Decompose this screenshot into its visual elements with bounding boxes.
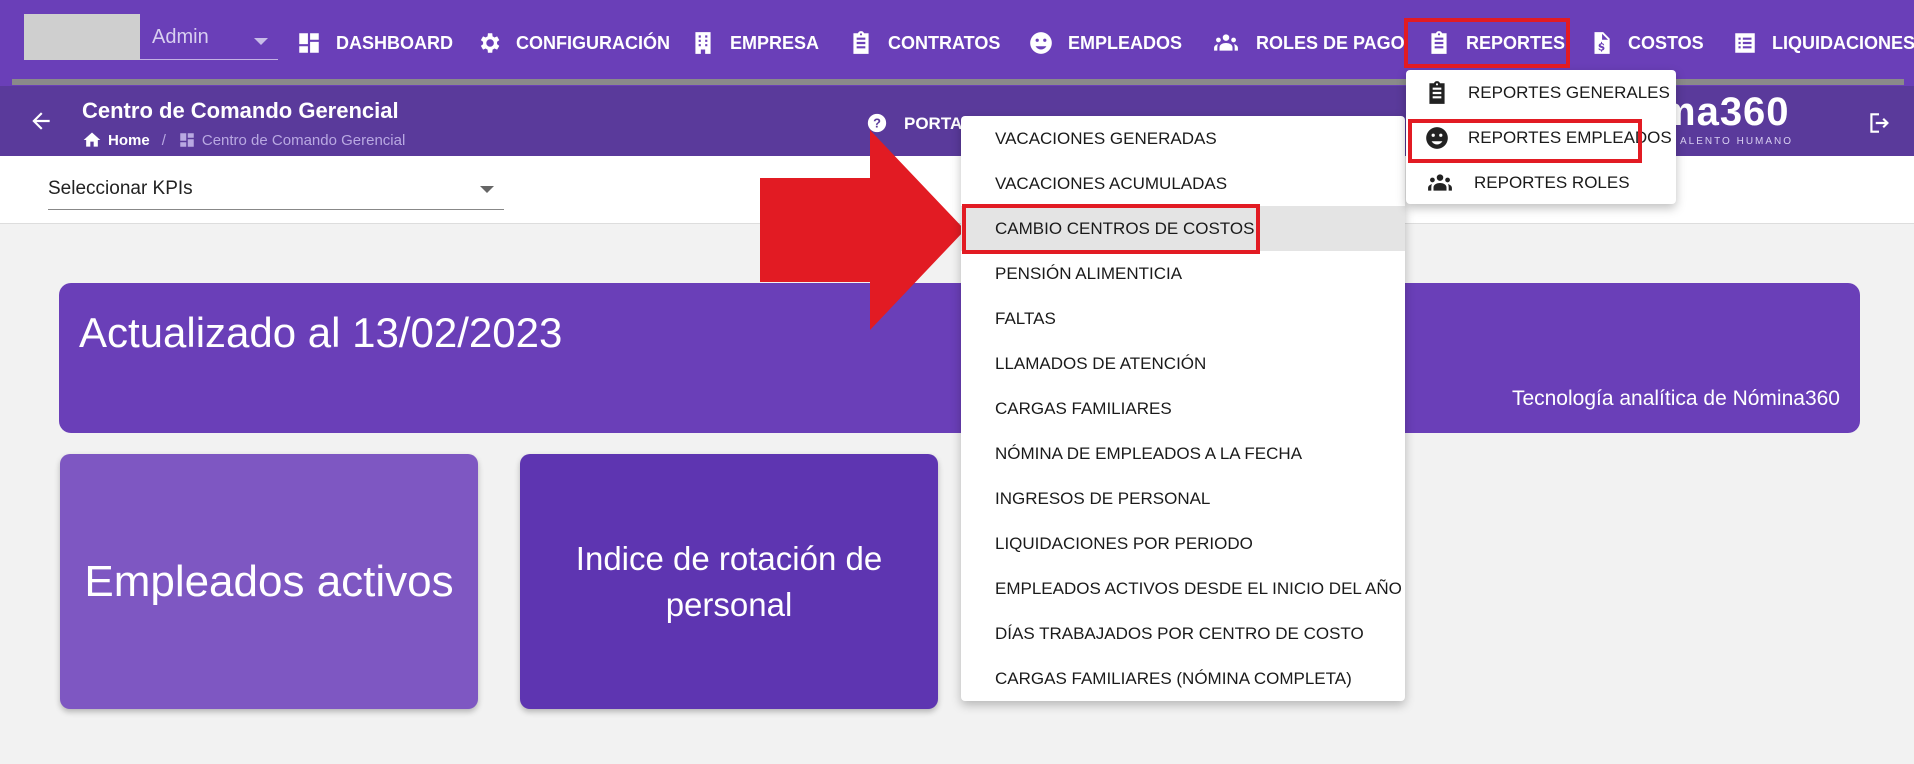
menu-item-cargas-familiares-nomina-completa[interactable]: CARGAS FAMILIARES (NÓMINA COMPLETA) xyxy=(961,656,1405,701)
dashboard-icon xyxy=(180,133,194,147)
breadcrumb: Home / Centro de Comando Gerencial xyxy=(82,130,405,150)
nav-empresa[interactable]: EMPRESA xyxy=(690,22,819,64)
logo-tagline: ALENTO HUMANO xyxy=(1680,136,1794,147)
nav-costos-label: COSTOS xyxy=(1628,32,1704,53)
avatar xyxy=(24,14,140,60)
people-icon xyxy=(1428,173,1452,191)
nav-costos[interactable]: COSTOS xyxy=(1588,22,1704,64)
banner-footer: Tecnología analítica de Nómina360 xyxy=(1511,387,1840,410)
nav-liquidaciones-label: LIQUIDACIONES xyxy=(1772,32,1914,53)
kpi-select-label: Seleccionar KPIs xyxy=(48,178,193,199)
arrow-back-icon[interactable] xyxy=(28,108,54,134)
menu-item-llamados-de-atencion[interactable]: LLAMADOS DE ATENCIÓN xyxy=(961,341,1405,386)
building-icon xyxy=(695,32,711,54)
nav-dashboard[interactable]: DASHBOARD xyxy=(296,22,453,64)
highlight-cambio-centros-costos xyxy=(962,204,1260,254)
nav-roles-de-pago-label: ROLES DE PAGO xyxy=(1256,32,1405,53)
dollar-document-icon xyxy=(1594,32,1610,54)
menu-item-ingresos-de-personal[interactable]: INGRESOS DE PERSONAL xyxy=(961,476,1405,521)
card-active-employees[interactable]: Empleados activos xyxy=(60,454,478,709)
nav-empleados[interactable]: EMPLEADOS xyxy=(1028,22,1182,64)
highlight-reportes-empleados xyxy=(1408,119,1642,163)
menu-item-reportes-roles[interactable]: REPORTES ROLES xyxy=(1406,160,1676,205)
people-icon xyxy=(1214,34,1238,51)
menu-item-nomina-empleados-fecha[interactable]: NÓMINA DE EMPLEADOS A LA FECHA xyxy=(961,431,1405,476)
logo: ma360 xyxy=(1660,90,1790,134)
chevron-down-icon xyxy=(480,186,494,193)
breadcrumb-separator: / xyxy=(161,131,166,149)
svg-text:?: ? xyxy=(873,116,881,131)
nav-empleados-label: EMPLEADOS xyxy=(1068,32,1183,53)
menu-item-dias-trabajados-centro-costo[interactable]: DÍAS TRABAJADOS POR CENTRO DE COSTO xyxy=(961,611,1405,656)
clipboard-icon xyxy=(1429,80,1445,104)
nav-empresa-label: EMPRESA xyxy=(730,32,820,53)
dashboard-icon xyxy=(299,33,319,53)
user-selector[interactable]: Admin xyxy=(24,14,278,60)
nav-dashboard-label: DASHBOARD xyxy=(336,32,453,53)
breadcrumb-current: Centro de Comando Gerencial xyxy=(201,131,406,149)
gear-icon xyxy=(480,33,500,53)
nav-liquidaciones[interactable]: LIQUIDACIONES xyxy=(1732,22,1914,64)
menu-item-vacaciones-generadas[interactable]: VACACIONES GENERADAS xyxy=(961,116,1405,161)
menu-item-liquidaciones-por-periodo[interactable]: LIQUIDACIONES POR PERIODO xyxy=(961,521,1405,566)
face-icon xyxy=(1030,32,1052,54)
home-icon xyxy=(83,132,101,147)
page-title: Centro de Comando Gerencial xyxy=(82,98,399,123)
menu-item-reportes-generales[interactable]: REPORTES GENERALES xyxy=(1406,70,1676,115)
nav-roles-de-pago[interactable]: ROLES DE PAGO xyxy=(1210,22,1405,64)
logout-icon[interactable] xyxy=(1866,110,1892,136)
card-active-employees-label: Empleados activos xyxy=(84,556,454,606)
menu-item-cargas-familiares[interactable]: CARGAS FAMILIARES xyxy=(961,386,1405,431)
kpi-select[interactable]: Seleccionar KPIs xyxy=(48,168,504,210)
card-rotation-index[interactable]: Indice de rotación de personal xyxy=(520,454,938,709)
menu-item-pension-alimenticia[interactable]: PENSIÓN ALIMENTICIA xyxy=(961,251,1405,296)
nav-contratos[interactable]: CONTRATOS xyxy=(848,22,1000,64)
card-rotation-index-label: Indice de rotación de personal xyxy=(575,539,883,623)
user-name: Admin xyxy=(152,26,209,48)
menu-item-reportes-generales-label: REPORTES GENERALES xyxy=(1468,82,1670,102)
breadcrumb-home[interactable]: Home xyxy=(108,132,150,149)
menu-item-empleados-activos-inicio-ano[interactable]: EMPLEADOS ACTIVOS DESDE EL INICIO DEL AÑ… xyxy=(961,566,1405,611)
menu-item-faltas[interactable]: FALTAS xyxy=(961,296,1405,341)
list-icon xyxy=(1735,33,1755,53)
menu-item-reportes-roles-label: REPORTES ROLES xyxy=(1474,172,1630,192)
nav-contratos-label: CONTRATOS xyxy=(888,32,1001,53)
menu-item-vacaciones-acumuladas[interactable]: VACACIONES ACUMULADAS xyxy=(961,161,1405,206)
banner-title: Actualizado al 13/02/2023 xyxy=(79,309,563,356)
clipboard-icon xyxy=(853,31,869,54)
highlight-nav-reportes xyxy=(1404,18,1570,68)
chevron-down-icon xyxy=(254,38,268,45)
nav-configuracion-label: CONFIGURACIÓN xyxy=(516,32,670,53)
nav-configuracion[interactable]: CONFIGURACIÓN xyxy=(476,22,670,64)
